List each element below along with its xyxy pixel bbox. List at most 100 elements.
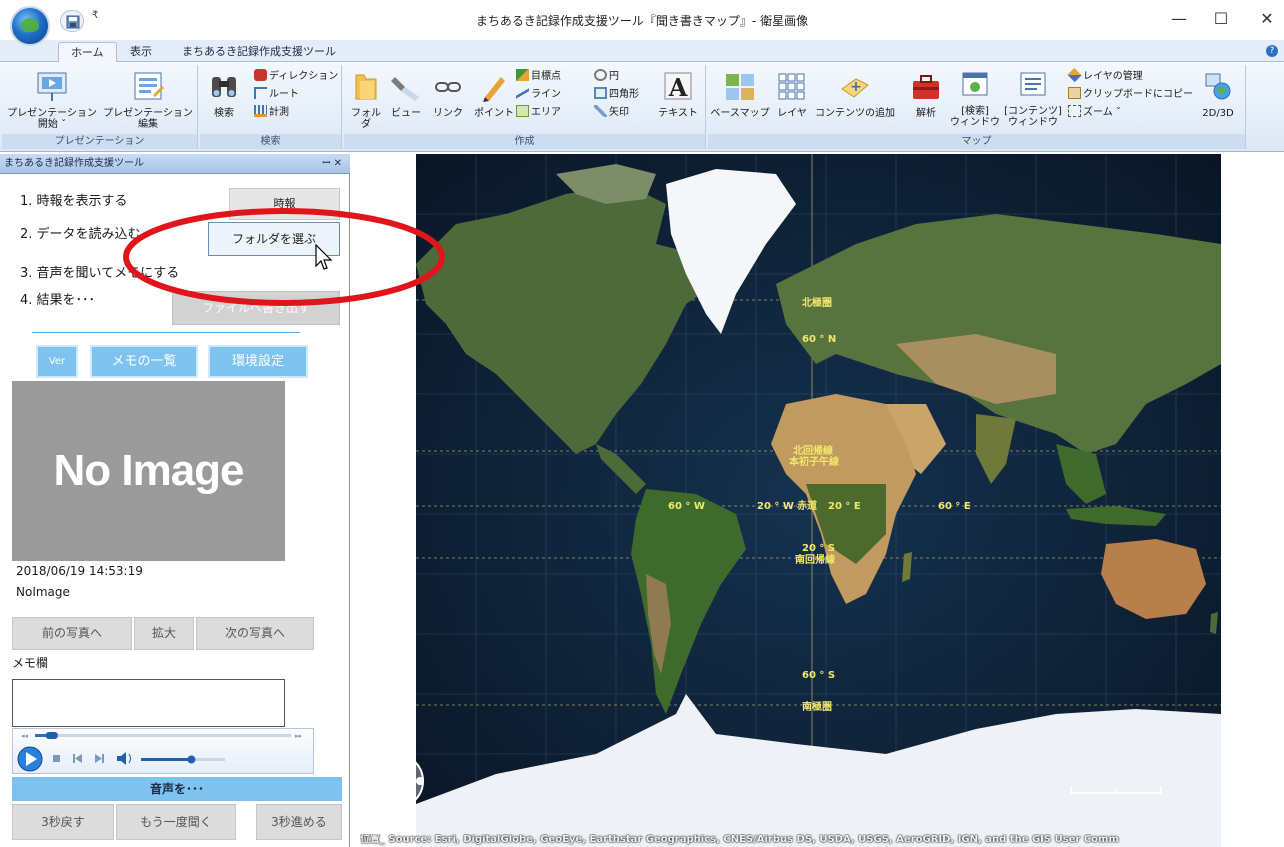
link-button[interactable]: リンク	[428, 71, 468, 119]
satellite-map[interactable]: 北極圏 60 ° N 北回帰線 本初子午線 60 ° W 20 ° W 赤道 2…	[416, 154, 1221, 847]
map-navigation-compass[interactable]	[367, 752, 425, 810]
progress-track[interactable]	[35, 734, 291, 737]
pan-north-icon[interactable]	[392, 753, 400, 761]
minimize-button[interactable]: —	[1164, 8, 1194, 32]
tab-view[interactable]: 表示	[118, 42, 164, 63]
basemap-button[interactable]: ベースマップ	[708, 71, 772, 119]
panel-header-buttons[interactable]: ꟷ ✕	[322, 154, 342, 174]
previous-photo-button[interactable]: 前の写真へ	[12, 617, 132, 650]
measure-button[interactable]: 計測	[254, 105, 289, 120]
layer-manage-icon	[1067, 67, 1082, 83]
add-content-label: コンテンツの追加	[815, 108, 895, 119]
memo-list-button[interactable]: メモの一覧	[90, 345, 198, 378]
circle-icon	[594, 69, 607, 81]
equator-label: 赤道	[797, 499, 817, 512]
photo-name: NoImage	[16, 585, 70, 599]
search-button[interactable]: 検索	[204, 71, 244, 119]
2d-3d-label: 2D/3D	[1202, 108, 1234, 119]
ruler-icon	[254, 105, 267, 117]
tab-home[interactable]: ホーム	[58, 42, 117, 63]
line-button[interactable]: ライン	[516, 87, 561, 102]
folder-button[interactable]: フォルダ	[348, 71, 384, 130]
zoom-icon	[1068, 105, 1081, 117]
step-2-text: 2. データを読み込む	[20, 227, 141, 242]
time-signal-button[interactable]: 時報	[229, 188, 340, 220]
text-label: テキスト	[658, 108, 698, 119]
settings-button[interactable]: 環境設定	[208, 345, 308, 378]
longitude-20e-label: 20 ° E	[828, 501, 861, 512]
tropic-of-cancer-label: 北回帰線	[793, 444, 833, 457]
seek-back-marker: ◂◂	[21, 732, 29, 740]
progress-thumb[interactable]	[45, 732, 58, 739]
content-window-label-1: [コンテンツ]	[1004, 106, 1062, 117]
2d-3d-button[interactable]: 2D/3D	[1196, 71, 1240, 119]
presentation-edit-label-2: 編集	[138, 119, 158, 130]
volume-fill	[141, 758, 192, 761]
circle-button[interactable]: 円	[594, 69, 619, 84]
tab-machiaruki-tool[interactable]: まちあるき記録作成支援ツール	[170, 42, 348, 63]
circle-label: 円	[609, 71, 619, 82]
presentation-start-label-1: プレゼンテーション	[7, 108, 97, 119]
map-attribution: 位置_ Source: Esri, DigitalGlobe, GeoEye, …	[360, 834, 1119, 845]
layer-button[interactable]: レイヤ	[772, 71, 812, 119]
zoom-button[interactable]: ズーム ˇ	[1068, 105, 1121, 120]
presentation-start-label-2: 開始 ˇ	[37, 119, 67, 130]
listen-again-button[interactable]: もう一度聞く	[116, 804, 236, 840]
layer-manage-button[interactable]: レイヤの管理	[1067, 67, 1143, 84]
presentation-start-button[interactable]: プレゼンテーション 開始 ˇ	[4, 71, 100, 130]
arctic-circle-label: 北極圏	[802, 296, 832, 309]
pan-south-icon[interactable]	[392, 801, 400, 809]
area-label: エリア	[531, 107, 561, 118]
maximize-button[interactable]: ☐	[1206, 8, 1236, 32]
forward-3-seconds-button[interactable]: 3秒進める	[256, 804, 342, 840]
add-content-icon: +	[841, 78, 869, 98]
target-point-button[interactable]: 目標点	[516, 69, 561, 84]
stop-icon[interactable]	[53, 755, 60, 762]
analysis-button[interactable]: 解析	[906, 71, 946, 119]
direction-label: ディレクション	[269, 71, 339, 82]
previous-track-icon[interactable]	[73, 754, 82, 763]
link-label: リンク	[433, 108, 463, 119]
rectangle-button[interactable]: 四角形	[594, 87, 639, 102]
ribbon-group-label-create: 作成	[344, 134, 705, 149]
volume-icon[interactable]	[117, 752, 131, 765]
ribbon-group-label-presentation: プレゼンテーション	[2, 134, 197, 149]
longitude-20w-label: 20 ° W	[757, 501, 794, 512]
esri-logo: esri	[1224, 796, 1274, 829]
pan-west-icon[interactable]	[368, 777, 376, 785]
enlarge-button[interactable]: 拡大	[134, 617, 194, 650]
direction-button[interactable]: ディレクション	[254, 69, 338, 84]
flashlight-icon	[391, 77, 419, 101]
layer-label: レイヤ	[777, 108, 807, 119]
car-icon	[254, 69, 267, 81]
view-label: ビュー	[391, 108, 421, 119]
point-button[interactable]: ポイント	[474, 71, 514, 119]
link-icon	[435, 82, 461, 92]
next-photo-button[interactable]: 次の写真へ	[196, 617, 314, 650]
back-3-seconds-button[interactable]: 3秒戻す	[12, 804, 114, 840]
application-menu-button[interactable]	[10, 6, 50, 46]
presentation-edit-button[interactable]: プレゼンテーション 編集	[100, 71, 196, 130]
content-window-button[interactable]: [コンテンツ] ウィンドウ	[1004, 71, 1062, 128]
arrow-button[interactable]: 矢印	[594, 105, 629, 120]
text-button[interactable]: A テキスト	[656, 71, 700, 119]
clipboard-icon	[1068, 87, 1081, 99]
help-icon[interactable]: ?	[1266, 45, 1278, 57]
volume-thumb[interactable]	[187, 755, 196, 764]
arrow-label: 矢印	[609, 107, 629, 118]
export-file-button[interactable]: ファイルへ書き出す	[172, 291, 340, 325]
search-window-button[interactable]: [検索] ウィンドウ	[950, 71, 1000, 128]
map-view[interactable]: 北極圏 60 ° N 北回帰線 本初子午線 60 ° W 20 ° W 赤道 2…	[351, 154, 1284, 847]
view-button[interactable]: ビュー	[386, 71, 426, 119]
target-point-icon	[516, 69, 529, 81]
ribbon-group-label-map: マップ	[708, 134, 1245, 149]
add-content-button[interactable]: + コンテンツの追加	[812, 71, 898, 119]
memo-textarea[interactable]	[12, 679, 285, 727]
next-track-icon[interactable]	[95, 754, 104, 763]
pan-east-icon[interactable]	[416, 777, 424, 785]
clipboard-copy-button[interactable]: クリップボードにコピー	[1068, 87, 1193, 102]
route-button[interactable]: ルート	[254, 87, 299, 102]
close-button[interactable]: ✕	[1252, 8, 1282, 32]
version-button[interactable]: Ver	[36, 345, 78, 378]
area-button[interactable]: エリア	[516, 105, 561, 120]
